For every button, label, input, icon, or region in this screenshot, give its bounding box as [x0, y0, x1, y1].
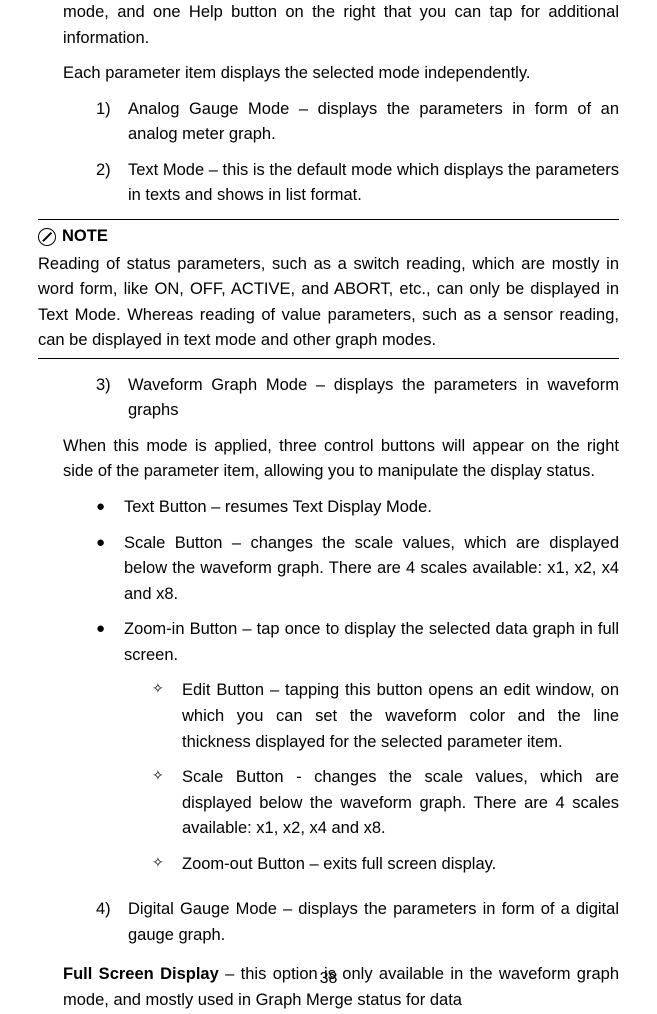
list-text: Text Button – resumes Text Display Mode. [124, 495, 619, 521]
list-text: Analog Gauge Mode – displays the paramet… [128, 97, 619, 148]
note-body: Reading of status parameters, such as a … [38, 252, 619, 354]
diamond-marker: ✧ [152, 678, 182, 755]
note-section: NOTE Reading of status parameters, such … [38, 224, 619, 354]
bullet-list: ● Text Button – resumes Text Display Mod… [63, 495, 619, 887]
bullet-text-content: Zoom-in Button – tap once to display the… [124, 620, 619, 664]
list-item: ● Zoom-in Button – tap once to display t… [96, 617, 619, 887]
page-number: 38 [0, 967, 657, 992]
list-item: ✧ Scale Button - changes the scale value… [152, 765, 619, 842]
divider-bottom [38, 358, 619, 359]
list-text: Zoom-in Button – tap once to display the… [124, 617, 619, 887]
list-item: 4) Digital Gauge Mode – displays the par… [96, 897, 619, 948]
list-text: Zoom-out Button – exits full screen disp… [182, 852, 619, 878]
numbered-list-2: 3) Waveform Graph Mode – displays the pa… [63, 373, 619, 424]
list-text: Text Mode – this is the default mode whi… [128, 158, 619, 209]
numbered-list-3: 4) Digital Gauge Mode – displays the par… [63, 897, 619, 948]
list-item: ✧ Edit Button – tapping this button open… [152, 678, 619, 755]
list-item: ✧ Zoom-out Button – exits full screen di… [152, 852, 619, 878]
intro-paragraph-2: Each parameter item displays the selecte… [63, 61, 619, 87]
list-text: Digital Gauge Mode – displays the parame… [128, 897, 619, 948]
list-item: ● Scale Button – changes the scale value… [96, 531, 619, 608]
list-text: Edit Button – tapping this button opens … [182, 678, 619, 755]
note-icon [38, 228, 56, 246]
diamond-marker: ✧ [152, 852, 182, 878]
list-text: Scale Button – changes the scale values,… [124, 531, 619, 608]
list-marker: 2) [96, 158, 128, 209]
note-title: NOTE [62, 224, 108, 250]
note-heading: NOTE [38, 224, 619, 250]
list-item: ● Text Button – resumes Text Display Mod… [96, 495, 619, 521]
list-item: 3) Waveform Graph Mode – displays the pa… [96, 373, 619, 424]
intro-paragraph-1: mode, and one Help button on the right t… [63, 0, 619, 51]
list-marker: 3) [96, 373, 128, 424]
bullet-marker: ● [96, 495, 124, 521]
list-item: 2) Text Mode – this is the default mode … [96, 158, 619, 209]
bullet-marker: ● [96, 617, 124, 887]
bullet-marker: ● [96, 531, 124, 608]
list-marker: 1) [96, 97, 128, 148]
numbered-list-1: 1) Analog Gauge Mode – displays the para… [63, 97, 619, 209]
diamond-marker: ✧ [152, 765, 182, 842]
list-marker: 4) [96, 897, 128, 948]
list-item: 1) Analog Gauge Mode – displays the para… [96, 97, 619, 148]
divider-top [38, 219, 619, 220]
after-item-3: When this mode is applied, three control… [63, 434, 619, 485]
list-text: Scale Button - changes the scale values,… [182, 765, 619, 842]
list-text: Waveform Graph Mode – displays the param… [128, 373, 619, 424]
diamond-list: ✧ Edit Button – tapping this button open… [124, 678, 619, 877]
